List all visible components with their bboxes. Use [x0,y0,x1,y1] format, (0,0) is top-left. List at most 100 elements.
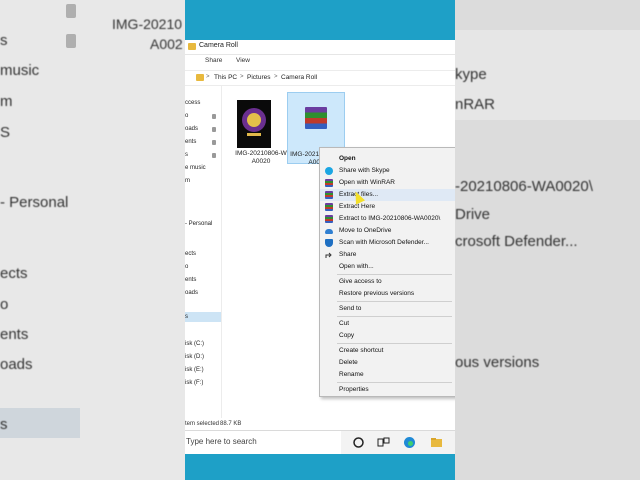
menu-item-properties[interactable]: Properties [320,384,455,396]
menu-item-extract-to[interactable]: Extract to IMG-20210806-WA0020\ [320,213,455,225]
breadcrumb-separator: > [206,74,210,80]
nav-item[interactable]: ects [185,251,196,257]
context-menu: Open Share with Skype Open with WinRAR E… [319,147,455,397]
winrar-icon [305,107,327,129]
bg-text: Drive [455,206,491,223]
taskbar-search[interactable]: Type here to search [185,431,341,454]
bg-text: nRAR [455,96,496,113]
pin-icon [212,140,216,145]
menu-label: Rename [339,371,364,378]
tab-share[interactable]: Share [205,57,222,64]
menu-separator [337,343,452,344]
skype-icon [325,167,333,175]
breadcrumb-this-pc[interactable]: This PC [214,74,237,81]
nav-item[interactable]: ccess [185,100,200,106]
screen-center: Camera Roll Share View > This PC > Pictu… [185,0,455,480]
nav-drive-d[interactable]: isk (D:) [185,354,204,360]
nav-drive-e[interactable]: isk (E:) [185,367,204,373]
menu-item-extract-here[interactable]: Extract Here [320,201,455,213]
menu-item-open[interactable]: Open [320,153,455,165]
menu-label: Create shortcut [339,347,384,354]
menu-item-send-to[interactable]: Send to [320,303,455,315]
menu-label: Copy [339,332,355,339]
menu-item-create-shortcut[interactable]: Create shortcut [320,345,455,357]
menu-label: Delete [339,359,358,366]
bg-text: s [0,416,8,433]
nav-item[interactable]: o [185,264,188,270]
breadcrumb-pictures[interactable]: Pictures [247,74,270,81]
menu-separator [337,274,452,275]
menu-label: Move to OneDrive [339,227,392,234]
menu-label: Give access to [339,278,382,285]
taskbar: Type here to search [185,430,455,454]
menu-label: Cut [339,320,350,327]
file-name-line: IMG-20210806-W [235,150,287,157]
winrar-icon [325,179,333,187]
menu-item-share[interactable]: Share [320,249,455,261]
breadcrumb-camera-roll[interactable]: Camera Roll [281,74,317,81]
menu-label: Share with Skype [339,167,390,174]
nav-item[interactable]: s [185,152,188,158]
menu-item-copy[interactable]: Copy [320,330,455,342]
menu-label: Share [339,251,357,258]
menu-label: Send to [339,305,362,312]
nav-item[interactable]: s [185,314,188,320]
address-bar[interactable]: > This PC > Pictures > Camera Roll [185,70,455,86]
status-selection: tem selected [185,421,220,427]
nav-drive-f[interactable]: isk (F:) [185,380,203,386]
menu-item-give-access[interactable]: Give access to [320,276,455,288]
status-size: 88.7 KB [220,421,242,427]
menu-item-cut[interactable]: Cut [320,318,455,330]
nav-item[interactable]: ents [185,277,196,283]
pin-icon [66,4,76,18]
menu-item-extract-files[interactable]: Extract files... [320,189,455,201]
window-title: Camera Roll [199,42,238,49]
bg-text: ous versions [455,354,540,371]
nav-item[interactable]: e music [185,165,206,171]
menu-label: Restore previous versions [339,290,415,297]
nav-item[interactable]: oads [185,290,198,296]
menu-item-delete[interactable]: Delete [320,357,455,369]
menu-item-scan-defender[interactable]: Scan with Microsoft Defender... [320,237,455,249]
ribbon: Share View [185,55,455,67]
nav-drive-c[interactable]: isk (C:) [185,341,204,347]
menu-separator [337,382,452,383]
defender-icon [325,239,333,247]
nav-item[interactable]: o [185,113,188,119]
nav-item[interactable]: m [185,178,190,184]
cortana-icon[interactable] [352,436,365,449]
file-explorer-icon[interactable] [430,436,443,449]
menu-label: Properties [339,386,369,393]
menu-item-restore-versions[interactable]: Restore previous versions [320,288,455,300]
task-view-icon[interactable] [377,436,390,449]
tab-view[interactable]: View [236,57,250,64]
image-thumbnail [237,100,271,148]
bg-text: kype [455,66,487,83]
bg-text: m [0,93,13,110]
navigation-pane: ccess o oads ents s e music m - Personal… [185,86,222,418]
background-right-panel: kype nRAR -20210806-WA0020\ Drive crosof… [455,0,640,480]
menu-item-open-winrar[interactable]: Open with WinRAR [320,177,455,189]
breadcrumb-separator: > [274,74,278,80]
bg-text: crosoft Defender... [455,233,578,250]
bg-text: oads [0,356,33,373]
bg-selection [0,408,80,438]
bg-text: ects [0,265,28,282]
nav-item[interactable]: oads [185,126,198,132]
menu-label: Open [339,155,356,162]
onedrive-icon [325,229,333,234]
edge-icon[interactable] [403,436,416,449]
nav-item[interactable]: ents [185,139,196,145]
menu-item-open-with[interactable]: Open with... [320,261,455,273]
menu-item-share-skype[interactable]: Share with Skype [320,165,455,177]
nav-item[interactable]: - Personal [185,221,212,227]
bg-text: - Personal [0,194,69,211]
menu-item-rename[interactable]: Rename [320,369,455,381]
folder-icon [188,43,196,50]
title-bar: Camera Roll [185,40,455,55]
menu-item-move-onedrive[interactable]: Move to OneDrive [320,225,455,237]
pin-icon [212,114,216,119]
search-placeholder: Type here to search [186,437,257,446]
pin-icon [212,153,216,158]
menu-separator [337,301,452,302]
